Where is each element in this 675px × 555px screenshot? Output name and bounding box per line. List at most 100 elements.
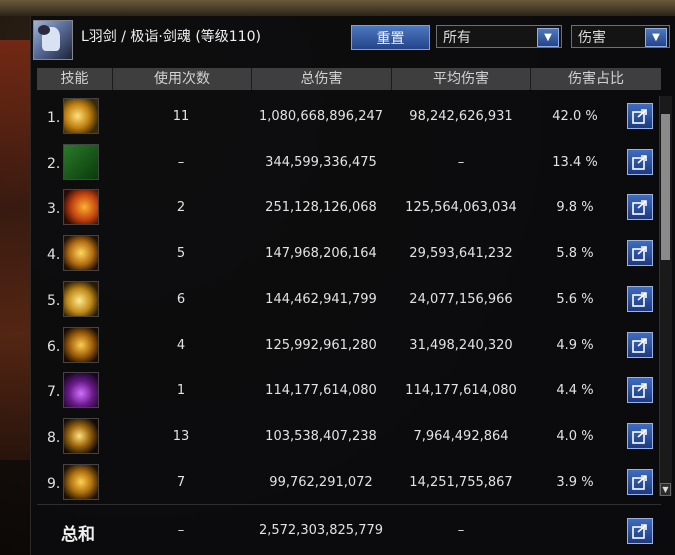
skill-wind-slash-icon — [63, 280, 99, 317]
row-average-damage: – — [457, 154, 465, 170]
damage-statistics-panel: L羽剑 / 极诣·剑魂 (等级110) 重置 所有 ▼ 伤害 ▼ 技能 使用次数… — [30, 16, 675, 555]
share-icon — [632, 524, 647, 539]
table-row: 5. 6 144,462,941,799 24,077,156,966 5.6 % — [31, 277, 661, 322]
share-button[interactable] — [627, 240, 653, 267]
filter-select[interactable]: 所有 ▼ — [436, 25, 562, 48]
row-damage-percent: 4.9 % — [556, 337, 594, 353]
share-button[interactable] — [627, 377, 653, 404]
row-average-damage: 114,177,614,080 — [405, 383, 517, 399]
table-row: 8. 13 103,538,407,238 7,964,492,864 4.0 % — [31, 414, 661, 459]
row-uses: 6 — [176, 291, 186, 307]
skill-crescent-slash-icon — [63, 98, 99, 134]
table-header: 技能 使用次数 总伤害 平均伤害 伤害占比 — [37, 68, 661, 90]
table-row: 9. 7 99,762,291,072 14,251,755,867 3.9 % — [31, 460, 661, 505]
table-row: 7. 1 114,177,614,080 114,177,614,080 4.4 % — [31, 368, 661, 413]
row-index: 7. — [47, 384, 61, 401]
share-button[interactable] — [627, 422, 653, 449]
share-button[interactable] — [627, 103, 653, 129]
row-total-damage: 99,762,291,072 — [269, 474, 373, 490]
character-title: L羽剑 / 极诣·剑魂 (等级110) — [81, 29, 261, 45]
row-total-damage: 114,177,614,080 — [265, 383, 377, 399]
reset-button[interactable]: 重置 — [351, 25, 430, 50]
scrollbar-thumb[interactable] — [661, 114, 670, 260]
divider — [37, 504, 661, 505]
total-row: 总和 – 2,572,303,825,779 – — [31, 506, 675, 555]
row-total-damage: 103,538,407,238 — [265, 428, 377, 444]
share-icon — [632, 383, 647, 398]
skill-green-rune-icon — [63, 143, 99, 180]
row-index: 1. — [47, 110, 61, 126]
column-header-average: 平均伤害 — [392, 68, 531, 90]
scrollbar[interactable]: ▼ — [659, 96, 672, 496]
row-damage-percent: 13.4 % — [552, 154, 598, 170]
share-button[interactable] — [627, 468, 653, 495]
row-uses: 13 — [172, 428, 190, 444]
row-total-damage: 144,462,941,799 — [265, 291, 377, 307]
row-total-damage: 344,599,336,475 — [265, 154, 377, 170]
table-row: 2. – 344,599,336,475 – 13.4 % — [31, 140, 661, 185]
row-total-damage: 251,128,126,068 — [265, 200, 377, 216]
total-uses: – — [177, 523, 185, 538]
column-header-percent: 伤害占比 — [568, 71, 624, 87]
share-icon — [632, 429, 647, 444]
share-button[interactable] — [627, 331, 653, 358]
row-average-damage: 31,498,240,320 — [409, 337, 513, 353]
share-icon — [632, 154, 647, 170]
row-average-damage: 24,077,156,966 — [409, 291, 513, 307]
skill-violet-explosion-icon — [63, 372, 99, 409]
row-total-damage: 1,080,668,896,247 — [258, 109, 384, 124]
row-damage-percent: 9.8 % — [556, 200, 594, 216]
type-select[interactable]: 伤害 ▼ — [571, 25, 670, 48]
row-index: 3. — [47, 201, 61, 218]
skill-arc-swing-icon — [63, 417, 99, 454]
row-average-damage: 29,593,641,232 — [409, 246, 513, 262]
skill-triple-slash-icon — [63, 463, 99, 500]
share-icon — [632, 291, 647, 307]
row-damage-percent: 5.6 % — [556, 291, 594, 307]
row-average-damage: 98,242,626,931 — [409, 109, 513, 124]
table-row: 1. 11 1,080,668,896,247 98,242,626,931 42.0 … — [31, 94, 661, 139]
share-icon — [632, 200, 647, 216]
total-damage: 2,572,303,825,779 — [258, 523, 384, 538]
row-total-damage: 125,992,961,280 — [265, 337, 377, 353]
row-total-damage: 147,968,206,164 — [265, 246, 377, 262]
row-average-damage: 14,251,755,867 — [409, 474, 513, 490]
table-row: 3. 2 251,128,126,068 125,564,063,034 9.8 % — [31, 185, 661, 230]
column-header-uses: 使用次数 — [113, 68, 252, 90]
chevron-down-icon[interactable]: ▼ — [537, 28, 559, 47]
share-total-button[interactable] — [627, 518, 653, 544]
total-label: 总和 — [61, 525, 95, 545]
type-select-value: 伤害 — [578, 29, 606, 46]
row-index: 6. — [47, 338, 61, 355]
share-button[interactable] — [627, 148, 653, 175]
share-button[interactable] — [627, 285, 653, 312]
character-avatar — [33, 20, 73, 60]
skill-blade-flurry-icon — [63, 326, 99, 363]
table-row: 6. 4 125,992,961,280 31,498,240,320 4.9 % — [31, 323, 661, 368]
skill-golden-spikes-icon — [63, 235, 99, 272]
row-damage-percent: 4.0 % — [556, 428, 594, 444]
row-uses: 7 — [176, 474, 186, 490]
row-uses: 11 — [172, 109, 190, 124]
row-uses: – — [177, 154, 185, 170]
table-row: 4. 5 147,968,206,164 29,593,641,232 5.8 % — [31, 231, 661, 276]
scroll-down-icon[interactable]: ▼ — [660, 483, 671, 496]
column-header-total: 总伤害 — [252, 68, 392, 90]
row-index: 5. — [47, 292, 61, 309]
share-icon — [632, 474, 647, 490]
row-damage-percent: 42.0 % — [552, 109, 598, 124]
row-index: 2. — [47, 155, 61, 172]
total-average: – — [457, 523, 465, 538]
share-button[interactable] — [627, 194, 653, 221]
row-uses: 1 — [176, 383, 186, 399]
row-index: 8. — [47, 429, 61, 446]
share-icon — [632, 246, 647, 261]
share-icon — [632, 109, 647, 124]
panel-header: L羽剑 / 极诣·剑魂 (等级110) 重置 所有 ▼ 伤害 ▼ — [31, 16, 675, 60]
row-index: 9. — [47, 475, 61, 492]
row-average-damage: 7,964,492,864 — [413, 428, 509, 444]
row-damage-percent: 5.8 % — [556, 246, 594, 262]
column-header-skill: 技能 — [37, 68, 113, 90]
chevron-down-icon[interactable]: ▼ — [645, 28, 667, 47]
row-index: 4. — [47, 247, 61, 264]
